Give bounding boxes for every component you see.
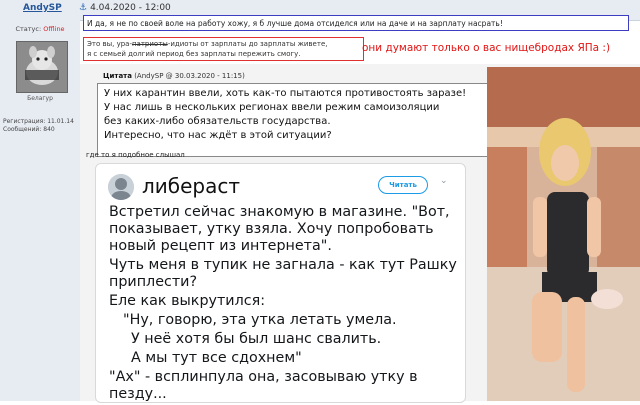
- post-text-line: И да, я не по своей воле на работу хожу,…: [83, 15, 629, 31]
- store-photo: [487, 67, 640, 401]
- anchor-icon[interactable]: ⚓: [79, 3, 87, 13]
- author-stats: Регистрация: 11.01.14 Сообщений: 840: [3, 118, 74, 134]
- tweet-author-name: либераст: [142, 174, 241, 198]
- tweet-body: Встретил сейчас знакомую в магазине. "Во…: [109, 204, 457, 402]
- author-profile-column: Статус: Offline Белагур Регистрация: 11.…: [0, 20, 80, 401]
- messages-row: Сообщений: 840: [3, 126, 55, 133]
- status-label: Статус:: [15, 25, 42, 33]
- author-username-link[interactable]: AndySP: [23, 3, 62, 13]
- status-value: Offline: [43, 25, 65, 33]
- chevron-down-icon[interactable]: ⌄: [440, 176, 448, 186]
- red-annotation: они думают только о вас нищебродах ЯПа :…: [362, 42, 611, 54]
- post-date: ⚓ 4.04.2020 - 12:00: [79, 3, 171, 13]
- tweet-avatar[interactable]: [108, 174, 134, 200]
- tweet-card: либераст Читать ⌄ Встретил сейчас знаком…: [95, 163, 466, 403]
- tweet-avatar-icon: [108, 174, 134, 200]
- store-photo-image: [487, 67, 640, 401]
- author-nickname: Белагур: [27, 95, 53, 102]
- post-text-block: Это вы, ура-патриоты-идиоты от зарплаты …: [83, 37, 364, 61]
- avatar[interactable]: [16, 41, 68, 93]
- registration-row: Регистрация: 11.01.14: [3, 118, 74, 125]
- quote-box: У них карантин ввели, хоть как-то пытают…: [97, 83, 490, 157]
- avatar-image: [17, 42, 67, 92]
- caption-text: где то я подобное слышал: [86, 151, 185, 159]
- follow-button[interactable]: Читать: [378, 176, 428, 194]
- author-status: Статус: Offline: [2, 25, 78, 33]
- post-date-text: 4.04.2020 - 12:00: [90, 3, 171, 13]
- quote-header: Цитата (AndySP @ 30.03.2020 - 11:15): [103, 72, 245, 80]
